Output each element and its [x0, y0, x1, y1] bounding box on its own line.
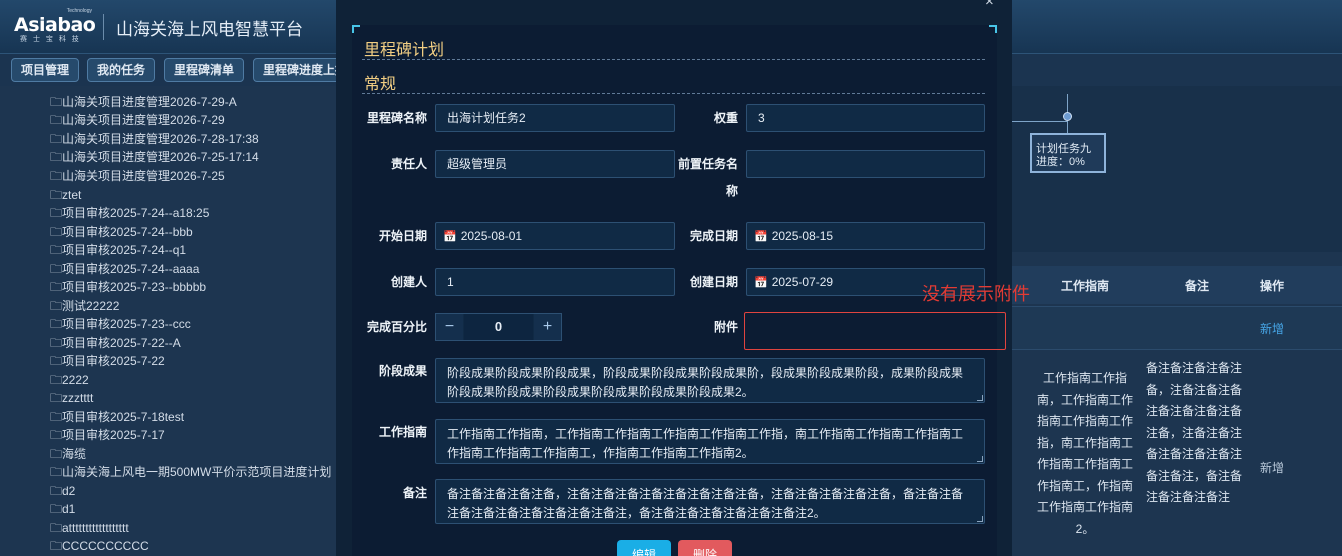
- gantt-connector: [1012, 121, 1067, 122]
- gantt-task-progress: 进度：0%: [1036, 156, 1085, 168]
- close-icon[interactable]: ×: [985, 0, 994, 10]
- logo: Technology Asiabao 赛 士 宝 科 技: [14, 8, 96, 43]
- creator-input[interactable]: 1: [435, 268, 675, 296]
- tab-milestone-list[interactable]: 里程碑清单: [164, 58, 245, 82]
- work-guide-label: 工作指南: [378, 425, 427, 439]
- tree-item[interactable]: 🗀atttttttttttttttttt: [50, 519, 129, 537]
- tab-project-management[interactable]: 项目管理: [11, 58, 80, 82]
- column-header-remark: 备注: [1185, 279, 1210, 293]
- predecessor-input[interactable]: [746, 150, 985, 178]
- tree-item[interactable]: 🗀山海关项目进度管理2026-7-29: [50, 111, 225, 129]
- remark-text: 备注备注备注备注备，注备注备注备注备注备注备注备注备，注备注备注备注备注备，备注…: [447, 487, 964, 520]
- tree-item[interactable]: 🗀测试22222: [50, 297, 119, 315]
- add-link[interactable]: 新增: [1260, 320, 1284, 337]
- creator-label: 创建人: [390, 275, 427, 289]
- start-date-label: 开始日期: [378, 229, 427, 243]
- remark-textarea[interactable]: 备注备注备注备注备，注备注备注备注备注备注备注备注备，注备注备注备注备注备，备注…: [435, 479, 985, 524]
- tree-item[interactable]: 🗀项目审核2025-7-24--a18:25: [50, 204, 209, 222]
- start-date-input[interactable]: 📅 2025-08-01: [435, 222, 675, 250]
- table-header: 工作指南 备注 操作: [1012, 266, 1342, 304]
- modal-corner-decoration: [352, 25, 360, 33]
- gantt-task-card[interactable]: 计划任务九 进度：0%: [1030, 133, 1106, 173]
- tree-item[interactable]: 🗀d2: [50, 482, 75, 500]
- owner-input[interactable]: 超级管理员: [435, 150, 675, 178]
- predecessor-label-wrap: 称: [725, 184, 738, 198]
- add-link[interactable]: 新增: [1260, 459, 1284, 476]
- delete-button[interactable]: 删除: [678, 540, 732, 556]
- calendar-icon: 📅: [754, 230, 768, 243]
- tree-item[interactable]: 🗀项目审核2025-7-23--bbbbb: [50, 278, 206, 296]
- created-date-label: 创建日期: [689, 275, 738, 289]
- table-cell-remark: 备注备注备注备注备，注备注备注备注备注备注备注备注备，注备注备注备注备注备注备注…: [1146, 361, 1243, 504]
- calendar-icon: 📅: [443, 230, 457, 243]
- resize-handle[interactable]: [977, 456, 983, 462]
- weight-label: 权重: [713, 111, 738, 125]
- work-guide-text: 工作指南工作指南，工作指南工作指南工作指南工作指南工作指，南工作指南工作指南工作…: [447, 427, 964, 460]
- stage-result-label: 阶段成果: [378, 364, 427, 378]
- column-header-guide: 工作指南: [1061, 279, 1110, 293]
- tree-item[interactable]: 🗀山海关海上风电一期500MW平价示范项目进度计划: [50, 463, 331, 481]
- tree-item[interactable]: 🗀项目审核2025-7-17: [50, 426, 165, 444]
- calendar-icon: 📅: [754, 276, 768, 289]
- tree-item[interactable]: 🗀项目审核2025-7-22: [50, 352, 165, 370]
- predecessor-label: 前置任务名: [677, 157, 738, 171]
- tree-item[interactable]: 🗀山海关项目进度管理2026-7-28-17:38: [50, 130, 259, 148]
- app-title: 山海关海上风电智慧平台: [116, 20, 303, 39]
- tree-item[interactable]: 🗀项目审核2025-7-24--bbb: [50, 223, 193, 241]
- percent-label: 完成百分比: [366, 320, 427, 334]
- divider: [362, 93, 985, 94]
- logo-text: Asiabao: [14, 14, 96, 36]
- header-divider: [103, 14, 104, 40]
- tree-item[interactable]: 🗀山海关项目进度管理2026-7-25: [50, 167, 225, 185]
- logo-cn-text: 赛 士 宝 科 技: [20, 36, 81, 43]
- percent-value[interactable]: 0: [464, 314, 533, 340]
- stage-result-text: 阶段成果阶段成果阶段成果，阶段成果阶段成果阶段成果阶，段成果阶段成果阶段，成果阶…: [447, 366, 964, 399]
- modal-title: 里程碑计划: [364, 42, 445, 59]
- tree-item[interactable]: 🗀2222: [50, 371, 89, 389]
- divider: [362, 59, 985, 60]
- tree-item[interactable]: 🗀ztet: [50, 186, 81, 204]
- column-header-action: 操作: [1260, 279, 1285, 293]
- work-guide-textarea[interactable]: 工作指南工作指南，工作指南工作指南工作指南工作指南工作指，南工作指南工作指南工作…: [435, 419, 985, 464]
- tree-item[interactable]: 🗀d1: [50, 500, 75, 518]
- start-date-value: 2025-08-01: [460, 229, 523, 243]
- tab-my-tasks[interactable]: 我的任务: [87, 58, 156, 82]
- tree-item[interactable]: 🗀CCCCCCCCCC: [50, 537, 149, 555]
- tree-item[interactable]: 🗀山海关项目进度管理2026-7-25-17:14: [50, 148, 259, 166]
- annotation-highlight-box: [744, 312, 1006, 350]
- end-date-label: 完成日期: [689, 229, 738, 243]
- percent-stepper: − 0 +: [435, 313, 562, 341]
- increment-button[interactable]: +: [534, 314, 561, 340]
- end-date-value: 2025-08-15: [771, 229, 834, 243]
- gantt-task-name: 计划任务九: [1036, 143, 1091, 155]
- end-date-input[interactable]: 📅 2025-08-15: [746, 222, 985, 250]
- stage-result-textarea[interactable]: 阶段成果阶段成果阶段成果，阶段成果阶段成果阶段成果阶，段成果阶段成果阶段，成果阶…: [435, 358, 985, 403]
- tree-item[interactable]: 🗀项目审核2025-7-24--aaaa: [50, 260, 199, 278]
- milestone-name-input[interactable]: 出海计划任务2: [435, 104, 675, 132]
- tree-item[interactable]: 🗀项目审核2025-7-23--ccc: [50, 315, 191, 333]
- modal-corner-decoration: [989, 25, 997, 33]
- annotation-text: 没有展示附件: [922, 284, 1030, 304]
- created-date-value: 2025-07-29: [771, 275, 834, 289]
- attachment-label: 附件: [713, 320, 738, 334]
- gantt-node[interactable]: [1063, 112, 1072, 121]
- edit-button[interactable]: 编辑: [617, 540, 671, 556]
- gantt-connector: [1067, 121, 1068, 133]
- tree-item[interactable]: 🗀海缆: [50, 445, 86, 463]
- tree-item[interactable]: 🗀山海关项目进度管理2026-7-29-A: [50, 93, 237, 111]
- tree-item[interactable]: 🗀zzztttt: [50, 389, 93, 407]
- milestone-name-label: 里程碑名称: [366, 111, 427, 125]
- table-row: [1012, 306, 1342, 350]
- resize-handle[interactable]: [977, 395, 983, 401]
- resize-handle[interactable]: [977, 516, 983, 522]
- tree-item[interactable]: 🗀项目审核2025-7-18test: [50, 408, 184, 426]
- tree-item[interactable]: 🗀项目审核2025-7-24--q1: [50, 241, 186, 259]
- decrement-button[interactable]: −: [436, 314, 463, 340]
- remark-label: 备注: [402, 486, 427, 500]
- weight-input[interactable]: 3: [746, 104, 985, 132]
- table-cell-guide: 工作指南工作指南，工作指南工作指南工作指南工作指，南工作指南工作指南工作指南工作…: [1036, 371, 1133, 536]
- section-title: 常规: [364, 76, 397, 93]
- owner-label: 责任人: [390, 157, 427, 171]
- tree-item[interactable]: 🗀项目审核2025-7-22--A: [50, 334, 181, 352]
